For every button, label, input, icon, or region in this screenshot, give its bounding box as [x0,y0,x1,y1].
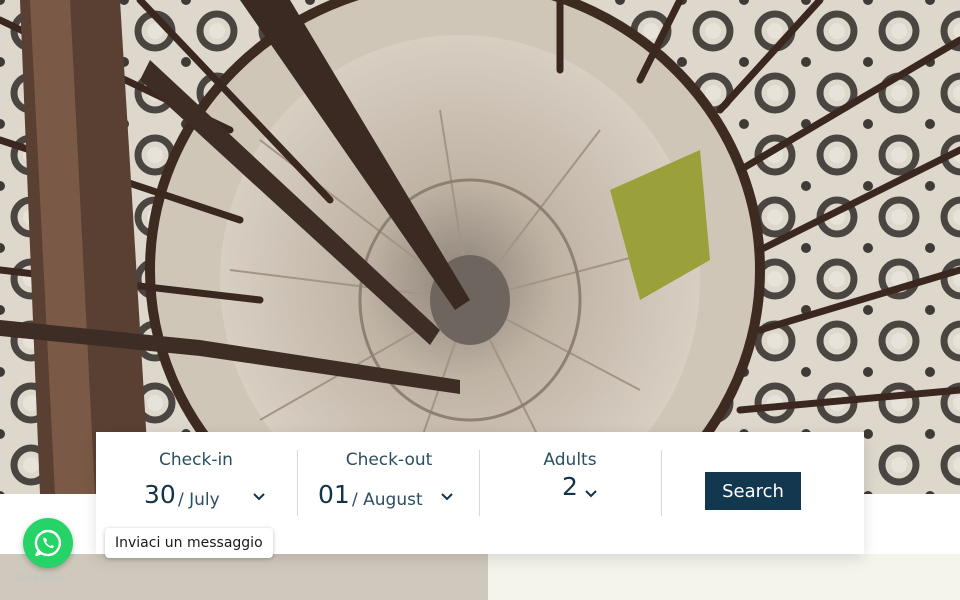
spiral-staircase-photo [0,0,960,494]
checkout-day: 01 [318,480,350,509]
chevron-down-icon[interactable] [584,489,598,499]
checkout-field[interactable]: Check-out 01 / August [298,432,480,554]
whatsapp-icon [34,529,62,557]
hero-image [0,0,960,494]
checkout-month: / August [352,490,423,510]
adults-count: 2 [562,472,578,501]
chevron-down-icon[interactable] [440,492,454,502]
adults-label: Adults [543,450,597,470]
lower-image-strip-left [0,554,488,600]
checkin-label: Check-in [159,450,233,470]
checkout-label: Check-out [345,450,433,470]
checkin-month: / July [178,490,220,510]
divider [661,450,662,516]
adults-field[interactable]: Adults 2 [480,432,660,554]
checkin-day: 30 [144,480,176,509]
whatsapp-message-tooltip[interactable]: Inviaci un messaggio [105,528,273,558]
chevron-down-icon[interactable] [252,492,266,502]
search-button[interactable]: Search [705,472,801,510]
lower-image-strip-right [488,554,960,600]
whatsapp-button[interactable] [23,518,73,568]
getbutton-brand[interactable]: GetButton [16,574,65,584]
